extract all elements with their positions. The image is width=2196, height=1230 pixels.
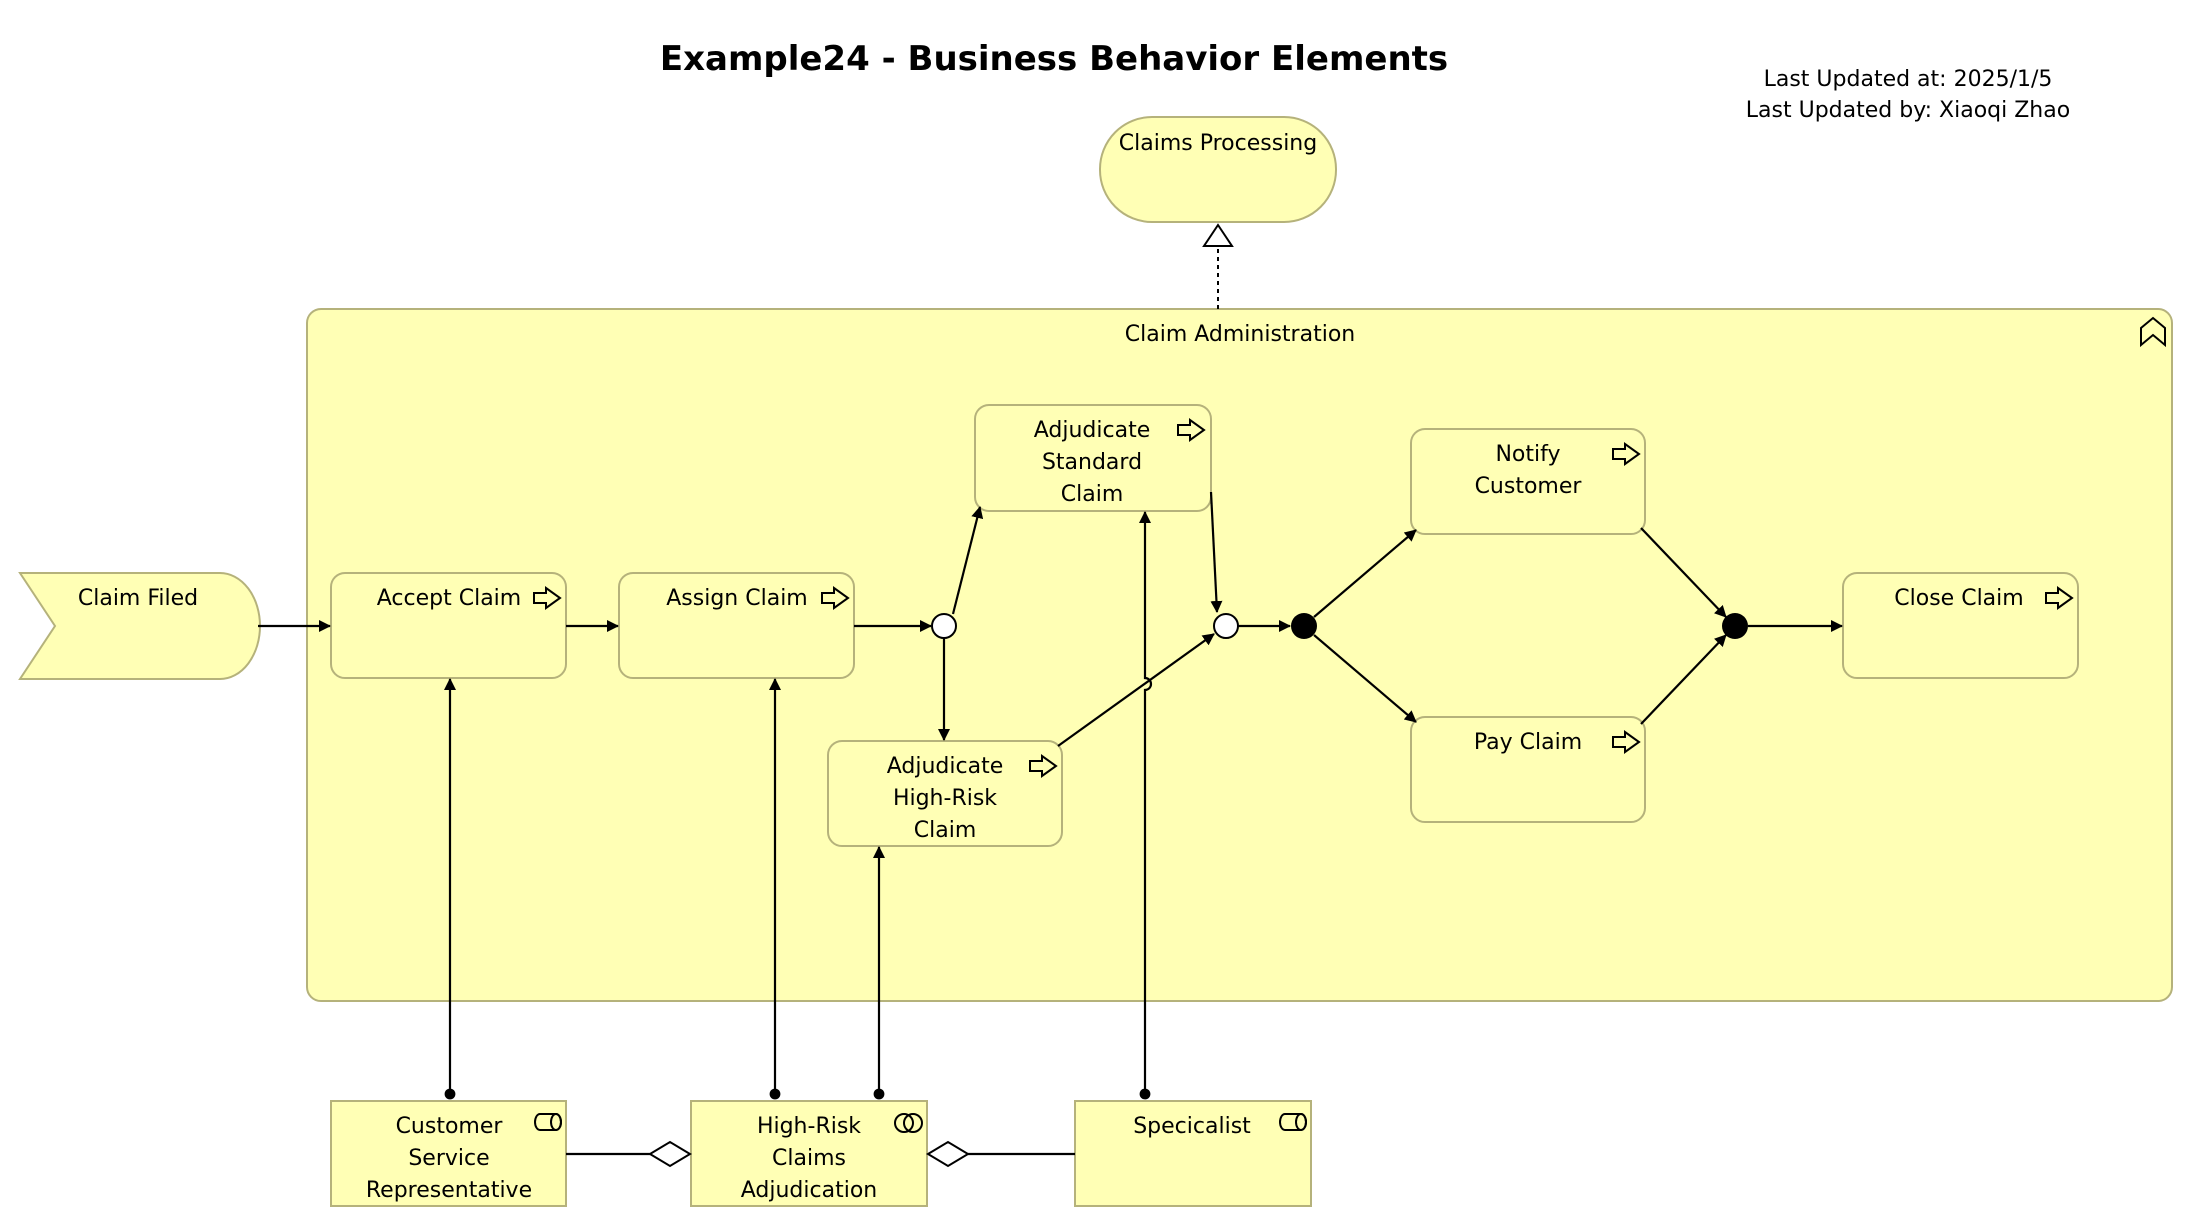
hrca-line3: Adjudication	[741, 1178, 877, 1203]
claims-processing-label: Claims Processing	[1119, 131, 1317, 156]
assign-claim-label: Assign Claim	[666, 586, 808, 611]
aggregation-hrca-csr[interactable]	[566, 1140, 692, 1168]
adjudicate-high-risk-line3: Claim	[914, 818, 977, 843]
archimate-diagram: Example24 - Business Behavior Elements L…	[18, 39, 2173, 1207]
notify-customer-line1: Notify	[1495, 442, 1560, 467]
realization-relationship[interactable]	[1202, 223, 1234, 309]
adjudicate-standard-claim-process[interactable]: Adjudicate Standard Claim	[974, 404, 1212, 512]
csr-line3: Representative	[366, 1178, 532, 1203]
adjudicate-high-risk-line2: High-Risk	[893, 786, 997, 811]
high-risk-claims-adjudication-collaboration[interactable]: High-Risk Claims Adjudication	[690, 1100, 928, 1207]
assign-claim-process[interactable]: Assign Claim	[618, 572, 855, 679]
pay-claim-label: Pay Claim	[1474, 730, 1582, 755]
or-junction-split[interactable]	[931, 613, 957, 639]
adjudicate-high-risk-line1: Adjudicate	[887, 754, 1004, 779]
notify-customer-process[interactable]: Notify Customer	[1410, 428, 1646, 535]
adjudicate-standard-line3: Claim	[1061, 482, 1124, 507]
last-updated-at: Last Updated at: 2025/1/5	[1764, 67, 2053, 92]
claim-administration-label: Claim Administration	[1125, 322, 1355, 347]
adjudicate-standard-line2: Standard	[1042, 450, 1142, 475]
or-junction-join[interactable]	[1213, 613, 1239, 639]
adjudicate-high-risk-claim-process[interactable]: Adjudicate High-Risk Claim	[827, 740, 1063, 847]
pay-claim-process[interactable]: Pay Claim	[1410, 716, 1646, 823]
customer-service-representative-role[interactable]: Customer Service Representative	[330, 1100, 567, 1207]
diagram-title: Example24 - Business Behavior Elements	[660, 39, 1448, 79]
close-claim-label: Close Claim	[1894, 586, 2023, 611]
close-claim-process[interactable]: Close Claim	[1842, 572, 2079, 679]
notify-customer-line2: Customer	[1475, 474, 1583, 499]
hrca-line2: Claims	[772, 1146, 846, 1171]
csr-line1: Customer	[396, 1114, 504, 1139]
claims-processing-service[interactable]: Claims Processing	[1099, 116, 1337, 223]
and-junction-split[interactable]	[1291, 613, 1317, 639]
accept-claim-process[interactable]: Accept Claim	[330, 572, 567, 679]
hrca-line1: High-Risk	[757, 1114, 861, 1139]
aggregation-hrca-specialist[interactable]	[926, 1140, 1075, 1168]
adjudicate-standard-line1: Adjudicate	[1034, 418, 1151, 443]
specialist-label: Specicalist	[1133, 1114, 1251, 1139]
specialist-role[interactable]: Specicalist	[1074, 1100, 1312, 1207]
claim-filed-label: Claim Filed	[78, 586, 198, 611]
accept-claim-label: Accept Claim	[377, 586, 521, 611]
claim-filed-event[interactable]: Claim Filed	[18, 572, 261, 680]
csr-line2: Service	[408, 1146, 489, 1171]
last-updated-by: Last Updated by: Xiaoqi Zhao	[1746, 98, 2070, 123]
